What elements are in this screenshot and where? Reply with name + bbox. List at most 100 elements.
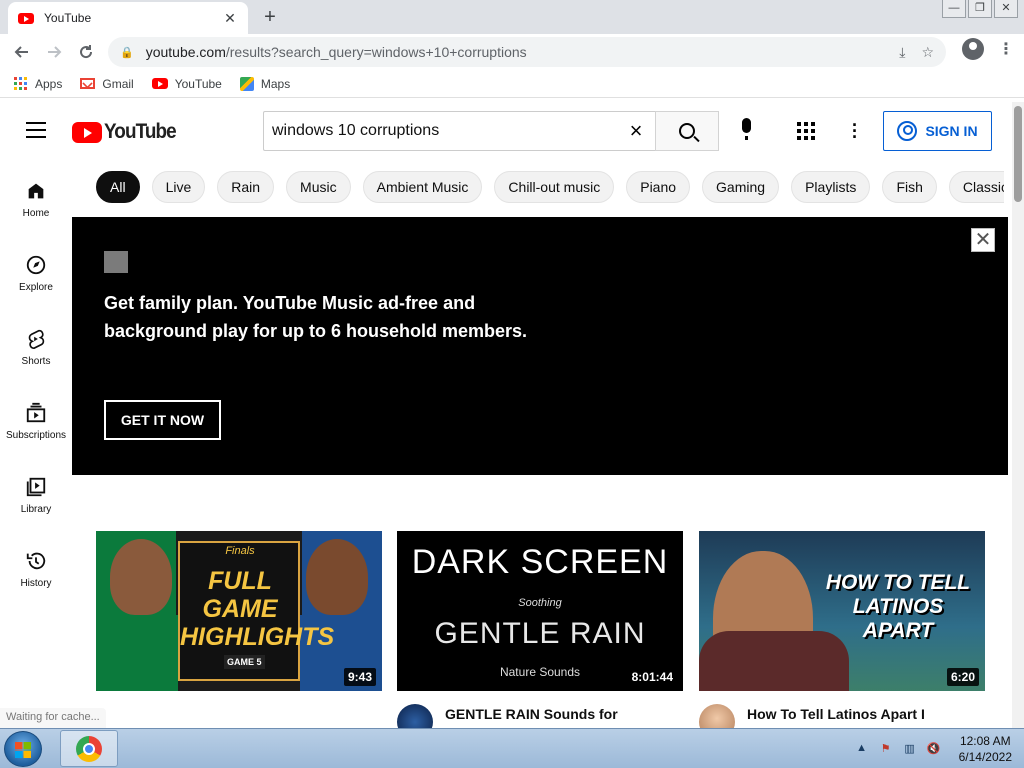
compass-icon	[26, 255, 46, 275]
network-icon[interactable]: ▥	[903, 742, 917, 756]
tab-close-icon[interactable]: ✕	[222, 10, 238, 27]
search-query: windows 10 corruptions	[272, 122, 440, 139]
bookmark-maps[interactable]: Maps	[239, 76, 291, 91]
video-card[interactable]: DARK SCREEN Soothing GENTLE RAIN Nature …	[397, 531, 683, 740]
sidebar-item-shorts[interactable]: Shorts	[0, 308, 72, 382]
youtube-icon	[151, 78, 168, 89]
sign-in-label: SIGN IN	[925, 123, 978, 139]
promo-text: Get family plan. YouTube Music ad-free a…	[104, 293, 528, 341]
video-duration: 9:43	[343, 668, 376, 686]
video-thumbnail[interactable]: Finals FULL GAME HIGHLIGHTS GAME 5 9:43	[96, 531, 382, 691]
chip-live[interactable]: Live	[151, 171, 206, 203]
sidebar-item-history[interactable]: History	[0, 530, 72, 604]
forward-button[interactable]	[38, 36, 70, 68]
voice-search-button[interactable]	[734, 118, 758, 144]
youtube-logo[interactable]: YouTube	[72, 120, 184, 144]
sidebar-item-subscriptions[interactable]: Subscriptions	[0, 382, 72, 456]
video-card[interactable]: HOW TO TELL LATINOS APART 6:20 How To Te…	[699, 531, 985, 740]
sign-in-button[interactable]: SIGN IN	[883, 111, 992, 151]
show-hidden-icons-icon[interactable]: ▲	[855, 742, 869, 756]
search-button[interactable]	[655, 111, 719, 151]
video-thumbnail[interactable]: HOW TO TELL LATINOS APART 6:20	[699, 531, 985, 691]
logo-text: YouTube	[104, 120, 177, 143]
apps-grid-icon	[14, 76, 28, 91]
chip-piano[interactable]: Piano	[626, 171, 691, 203]
reload-button[interactable]	[70, 36, 102, 68]
home-icon	[28, 183, 44, 199]
youtube-apps-icon[interactable]	[797, 122, 815, 140]
chip-rain[interactable]: Rain	[217, 171, 275, 203]
promo-banner: Get family plan. YouTube Music ad-free a…	[72, 217, 1008, 475]
chip-ambient-music[interactable]: Ambient Music	[362, 171, 483, 203]
clock[interactable]: 12:08 AM 6/14/2022	[959, 733, 1012, 765]
forward-arrow-icon	[48, 46, 62, 58]
gmail-icon	[80, 78, 96, 89]
settings-more-icon[interactable]: · · ·	[852, 116, 858, 146]
chip-playlists[interactable]: Playlists	[791, 171, 871, 203]
chip-chill-out-music[interactable]: Chill-out music	[494, 171, 615, 203]
chip-gaming[interactable]: Gaming	[702, 171, 780, 203]
hamburger-menu-icon[interactable]	[26, 122, 46, 138]
search-icon	[679, 123, 695, 139]
profile-icon[interactable]	[962, 38, 984, 60]
bookmark-youtube[interactable]: YouTube	[151, 77, 222, 91]
sidebar-item-home[interactable]: Home	[0, 160, 72, 234]
url-text: youtube.com/results?search_query=windows…	[146, 44, 900, 60]
sidebar-item-explore[interactable]: Explore	[0, 234, 72, 308]
address-bar[interactable]: 🔒 youtube.com/results?search_query=windo…	[108, 37, 946, 67]
back-button[interactable]	[6, 36, 38, 68]
youtube-play-icon	[72, 121, 102, 143]
sidebar-item-label: Explore	[19, 282, 53, 293]
chip-music[interactable]: Music	[286, 171, 351, 203]
thumb-game-label: GAME 5	[224, 655, 265, 669]
minimize-button[interactable]: —	[942, 0, 966, 18]
browser-toolbar: 🔒 youtube.com/results?search_query=windo…	[0, 34, 1024, 70]
maximize-button[interactable]: ❐	[968, 0, 992, 18]
filter-chips: All Live Rain Music Ambient Music Chill-…	[96, 171, 1004, 205]
sidebar-item-label: Home	[22, 208, 50, 219]
sidebar-item-label: Library	[20, 504, 52, 515]
bookmark-gmail[interactable]: Gmail	[80, 77, 134, 91]
video-card[interactable]: Finals FULL GAME HIGHLIGHTS GAME 5 9:43	[96, 531, 382, 691]
new-tab-button[interactable]: +	[258, 5, 282, 29]
bookmark-label: Maps	[260, 76, 291, 91]
clear-search-icon[interactable]: ×	[624, 118, 648, 144]
thumb-line-1: DARK SCREEN	[411, 543, 669, 581]
video-duration: 8:01:44	[627, 668, 677, 686]
taskbar-chrome[interactable]	[60, 730, 118, 767]
search-input[interactable]: windows 10 corruptions ×	[263, 111, 656, 151]
bookmark-label: Apps	[35, 76, 63, 91]
chrome-icon	[76, 735, 102, 762]
scrollbar-thumb[interactable]	[1014, 106, 1022, 202]
window-controls: — ❐ ✕	[942, 0, 1018, 18]
sidebar-item-library[interactable]: Library	[0, 456, 72, 530]
sidebar-item-label: Subscriptions	[5, 430, 67, 441]
url-path: /results?search_query=windows+10+corrupt…	[225, 44, 527, 60]
volume-muted-icon[interactable]: 🔇	[927, 742, 941, 756]
chrome-menu-icon[interactable]: ⋮	[998, 39, 1014, 59]
action-center-flag-icon[interactable]: ⚑	[879, 742, 893, 756]
microphone-icon	[741, 118, 751, 140]
page-scrollbar[interactable]	[1012, 102, 1024, 728]
thumb-finals-text: Finals	[225, 545, 255, 557]
install-app-icon[interactable]: ⤓	[899, 44, 905, 61]
sidebar-item-label: Shorts	[21, 356, 51, 367]
close-window-button[interactable]: ✕	[994, 0, 1018, 18]
account-icon	[897, 121, 918, 141]
start-button[interactable]	[4, 731, 42, 767]
bookmark-star-icon[interactable]: ☆	[921, 44, 934, 61]
browser-tab[interactable]: YouTube ✕	[8, 2, 248, 34]
subscriptions-icon	[26, 402, 46, 423]
system-tray: ▲ ⚑ ▥ 🔇 12:08 AM 6/14/2022	[855, 729, 1012, 768]
get-it-now-button[interactable]: GET IT NOW	[104, 400, 221, 440]
chip-classic[interactable]: Classic	[948, 171, 1004, 203]
youtube-header: YouTube windows 10 corruptions × · · · SIG…	[0, 102, 1012, 158]
chip-fish[interactable]: Fish	[882, 171, 937, 203]
chip-all[interactable]: All	[96, 171, 140, 203]
thumb-headline: HOW TO TELL LATINOS APART	[825, 571, 971, 642]
bookmark-apps[interactable]: Apps	[14, 76, 63, 91]
video-thumbnail[interactable]: DARK SCREEN Soothing GENTLE RAIN Nature …	[397, 531, 683, 691]
windows-taskbar: ▲ ⚑ ▥ 🔇 12:08 AM 6/14/2022	[0, 728, 1024, 768]
close-icon[interactable]: ✕	[971, 228, 995, 252]
browser-tab-strip: YouTube ✕ + — ❐ ✕	[0, 0, 1024, 34]
